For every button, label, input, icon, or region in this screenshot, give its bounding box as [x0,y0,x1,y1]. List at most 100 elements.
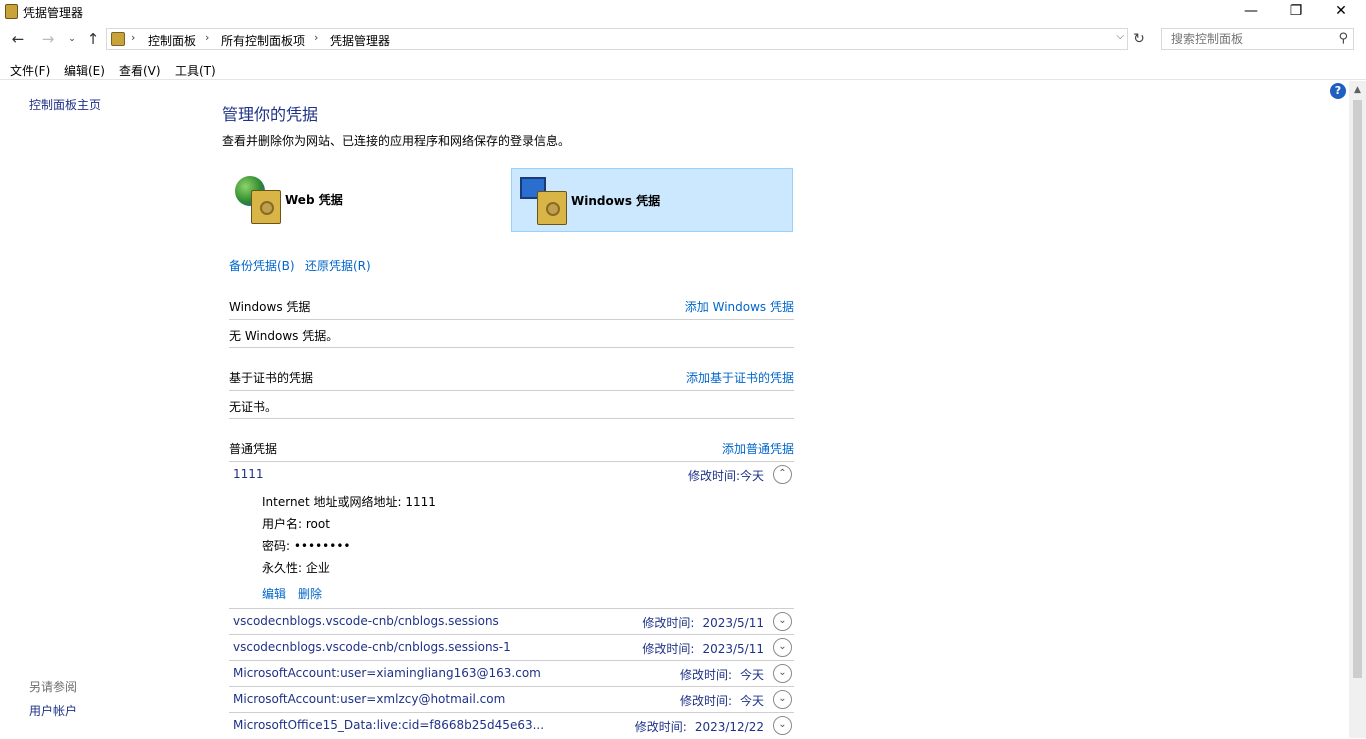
modified-label: 修改时间: [642,642,695,656]
credential-row[interactable]: MicrosoftOffice15_Data:live:cid=f8668b25… [229,713,794,739]
title-bar: 凭据管理器 — ❐ ✕ [0,0,1366,24]
expand-chevron-down-icon[interactable]: ⌄ [773,612,792,631]
empty-message: 无证书。 [229,400,278,414]
add-certificate-credential-link[interactable]: 添加基于证书的凭据 [686,369,794,386]
breadcrumb-control-panel[interactable]: 控制面板 [148,32,196,49]
windows-credentials-empty: 无 Windows 凭据。 [229,320,794,348]
expand-chevron-down-icon[interactable]: ⌄ [773,716,792,735]
credential-name[interactable]: MicrosoftAccount:user=xmlzcy@hotmail.com [233,692,505,706]
certificate-credentials-empty: 无证书。 [229,391,794,419]
credential-row[interactable]: MicrosoftAccount:user=xiamingliang163@16… [229,661,794,687]
expand-chevron-down-icon[interactable]: ⌄ [773,664,792,683]
breadcrumb-all-items[interactable]: 所有控制面板项 [221,32,305,49]
search-box[interactable]: ⚲ [1161,28,1354,50]
modified-date: 今天 [739,694,764,708]
credential-modified: 修改时间:今天 [688,467,764,484]
menu-bar: 文件(F) 编辑(E) 查看(V) 工具(T) [0,58,1366,80]
section-title: 基于证书的凭据 [229,371,314,385]
modified-date: 2023/5/11 [702,642,764,656]
backup-credentials-link[interactable]: 备份凭据(B) [229,257,295,274]
modified-date: 今天 [739,469,764,483]
page-title: 管理你的凭据 [222,105,319,124]
collapse-chevron-up-icon[interactable]: ⌃ [773,465,792,484]
chevron-right-icon[interactable]: › [131,31,135,44]
credential-row[interactable]: vscodecnblogs.vscode-cnb/cnblogs.session… [229,609,794,635]
credential-name[interactable]: MicrosoftOffice15_Data:live:cid=f8668b25… [233,718,544,732]
control-panel-folder-icon [111,32,125,46]
vault-icon [251,190,281,224]
recent-locations-icon[interactable]: ⌄ [62,29,82,49]
expand-chevron-down-icon[interactable]: ⌄ [773,638,792,657]
address-dropdown-icon[interactable]: ⌵ [1116,31,1124,42]
credential-password: 密码: •••••••• [262,539,351,553]
windows-credentials-tile[interactable]: Windows 凭据 [511,168,793,232]
windows-credentials-label: Windows 凭据 [571,194,661,208]
restore-credentials-link[interactable]: 还原凭据(R) [305,257,371,274]
menu-tools[interactable]: 工具(T) [175,62,216,79]
credential-address: Internet 地址或网络地址: 1111 [262,495,436,509]
credential-name[interactable]: MicrosoftAccount:user=xiamingliang163@16… [233,666,541,680]
address-row: ← → ⌄ ↑ › 控制面板 › 所有控制面板项 › 凭据管理器 ⌵ ↻ ⚲ [0,27,1366,53]
user-accounts-link[interactable]: 用户帐户 [29,702,77,719]
modified-date: 2023/12/22 [694,720,764,734]
up-arrow-icon[interactable]: ↑ [83,29,103,49]
window-title: 凭据管理器 [23,6,84,20]
section-title: Windows 凭据 [229,300,311,314]
credential-modified: 修改时间: 2023/5/11 [642,640,764,657]
credential-persistence: 永久性: 企业 [262,561,330,575]
search-input[interactable] [1162,29,1332,49]
web-credentials-tile[interactable]: Web 凭据 [229,168,511,232]
close-button[interactable]: ✕ [1318,0,1364,24]
see-also-label: 另请参阅 [29,680,78,694]
empty-message: 无 Windows 凭据。 [229,329,339,343]
modified-label: 修改时间: [679,694,732,708]
control-panel-home-link[interactable]: 控制面板主页 [29,96,101,113]
modified-date: 今天 [739,668,764,682]
web-credentials-label: Web 凭据 [285,193,343,207]
minimize-button[interactable]: — [1228,0,1274,24]
credential-manager-icon [5,4,18,19]
search-icon[interactable]: ⚲ [1338,31,1348,46]
chevron-right-icon[interactable]: › [314,31,318,44]
vertical-scrollbar[interactable]: ▲ [1349,81,1366,738]
credential-row[interactable]: MicrosoftAccount:user=xmlzcy@hotmail.com… [229,687,794,713]
modified-date: 2023/5/11 [702,616,764,630]
modified-label: 修改时间: [634,720,687,734]
chevron-right-icon[interactable]: › [205,31,209,44]
credential-modified: 修改时间: 2023/12/22 [635,718,764,735]
certificate-credentials-section: 基于证书的凭据 添加基于证书的凭据 [229,363,794,391]
vault-icon [537,191,567,225]
breadcrumb-credential-manager[interactable]: 凭据管理器 [330,32,390,49]
edit-credential-link[interactable]: 编辑 [262,585,286,602]
section-title: 普通凭据 [229,442,278,456]
modified-label: 修改时间: [679,668,732,682]
scroll-up-icon[interactable]: ▲ [1349,82,1366,99]
credential-row[interactable]: vscodecnblogs.vscode-cnb/cnblogs.session… [229,635,794,661]
credential-modified: 修改时间: 今天 [680,666,764,683]
credential-name[interactable]: vscodecnblogs.vscode-cnb/cnblogs.session… [233,614,499,628]
add-generic-credential-link[interactable]: 添加普通凭据 [722,440,794,457]
address-bar[interactable]: › 控制面板 › 所有控制面板项 › 凭据管理器 ⌵ [106,28,1128,50]
restore-button[interactable]: ❐ [1273,0,1319,24]
menu-file[interactable]: 文件(F) [10,62,50,79]
refresh-icon[interactable]: ↻ [1129,29,1149,49]
credential-modified: 修改时间: 2023/5/11 [642,614,764,631]
menu-view[interactable]: 查看(V) [119,62,161,79]
add-windows-credential-link[interactable]: 添加 Windows 凭据 [685,298,794,315]
left-pane: 控制面板主页 另请参阅 用户帐户 [0,81,210,738]
help-icon[interactable]: ? [1330,83,1346,99]
credential-name[interactable]: 1111 [233,467,264,481]
credential-modified: 修改时间: 今天 [680,692,764,709]
menu-edit[interactable]: 编辑(E) [64,62,105,79]
windows-credentials-section: Windows 凭据 添加 Windows 凭据 [229,292,794,320]
scrollbar-thumb[interactable] [1353,100,1362,678]
forward-arrow-icon[interactable]: → [38,29,58,49]
generic-credentials-section: 普通凭据 添加普通凭据 [229,434,794,462]
delete-credential-link[interactable]: 删除 [298,585,322,602]
back-arrow-icon[interactable]: ← [8,29,28,49]
modified-label: 修改时间: [687,469,740,483]
expand-chevron-down-icon[interactable]: ⌄ [773,690,792,709]
modified-label: 修改时间: [642,616,695,630]
credential-name[interactable]: vscodecnblogs.vscode-cnb/cnblogs.session… [233,640,511,654]
credential-expanded: 1111 修改时间:今天 ⌃ Internet 地址或网络地址: 1111 用户… [229,462,794,609]
